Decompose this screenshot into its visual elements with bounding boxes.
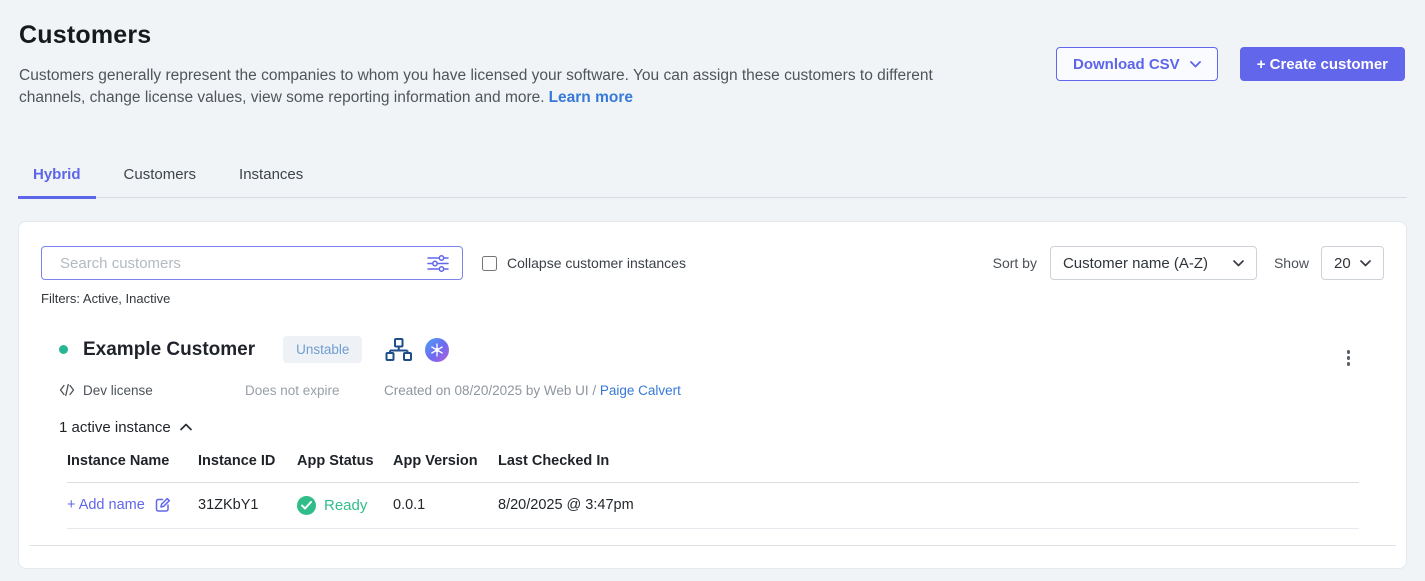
col-app-status: App Status (297, 453, 393, 469)
license-expiry: Does not expire (245, 383, 384, 398)
list-toolbar: Collapse customer instances Sort by Cust… (41, 246, 1384, 280)
tab-customers[interactable]: Customers (109, 156, 212, 199)
license-type-label: Dev license (83, 383, 153, 398)
col-last-checked-in: Last Checked In (498, 453, 1359, 469)
kebab-menu-icon[interactable] (1345, 348, 1353, 368)
sort-by-label: Sort by (993, 255, 1037, 271)
panel-bottom-divider (29, 545, 1396, 546)
show-label: Show (1274, 255, 1309, 271)
customers-panel: Collapse customer instances Sort by Cust… (18, 221, 1407, 569)
tab-bar: Hybrid Customers Instances (18, 156, 1407, 198)
instance-table-header: Instance Name Instance ID App Status App… (67, 453, 1359, 483)
app-status-cell: Ready (297, 496, 393, 515)
toolbar-right: Sort by Customer name (A-Z) Show 20 (993, 246, 1384, 280)
chevron-down-icon (1233, 260, 1244, 267)
created-text: Created on 08/20/2025 by Web UI / (384, 383, 600, 398)
app-version-cell: 0.0.1 (393, 497, 498, 513)
filter-sliders-icon[interactable] (427, 255, 449, 272)
collapse-instances-group: Collapse customer instances (482, 255, 686, 271)
add-name-link[interactable]: + Add name (67, 497, 145, 513)
search-box (41, 246, 463, 280)
collapse-instances-label[interactable]: Collapse customer instances (507, 255, 686, 271)
learn-more-link[interactable]: Learn more (549, 89, 633, 106)
search-input[interactable] (60, 255, 427, 272)
license-row: Dev license Does not expire Created on 0… (59, 383, 1384, 398)
created-info: Created on 08/20/2025 by Web UI / Paige … (384, 383, 681, 398)
last-checked-in-cell: 8/20/2025 @ 3:47pm (498, 497, 1359, 513)
instance-row: + Add name 31ZKbY1 Ready 0.0.1 (67, 483, 1359, 529)
instance-table: Instance Name Instance ID App Status App… (67, 453, 1359, 529)
status-dot (59, 345, 68, 354)
sort-by-value: Customer name (A-Z) (1063, 255, 1208, 272)
show-count-value: 20 (1334, 255, 1351, 272)
col-instance-id: Instance ID (198, 453, 297, 469)
kubernetes-helm-icon (425, 338, 449, 362)
header-actions: Download CSV + Create customer (1056, 47, 1405, 81)
page-title: Customers (19, 21, 1405, 50)
chevron-up-icon (180, 423, 192, 431)
check-circle-icon (297, 496, 316, 515)
instances-toggle[interactable]: 1 active instance (59, 419, 192, 436)
app-status-text: Ready (324, 497, 367, 514)
edit-pencil-icon[interactable] (154, 496, 172, 514)
license-type: Dev license (59, 383, 245, 398)
page-description: Customers generally represent the compan… (19, 65, 979, 109)
sort-by-select[interactable]: Customer name (A-Z) (1050, 246, 1257, 280)
collapse-instances-checkbox[interactable] (482, 256, 497, 271)
created-by-link[interactable]: Paige Calvert (600, 383, 681, 398)
sitemap-icon (385, 338, 412, 362)
instances-summary: 1 active instance (59, 419, 171, 436)
channel-badge: Unstable (283, 336, 362, 363)
col-app-version: App Version (393, 453, 498, 469)
instance-id-cell: 31ZKbY1 (198, 497, 297, 513)
code-brackets-icon (59, 383, 75, 397)
chevron-down-icon (1360, 260, 1371, 267)
download-csv-button[interactable]: Download CSV (1056, 47, 1218, 81)
instance-name-cell: + Add name (67, 496, 198, 514)
download-csv-label: Download CSV (1073, 56, 1180, 73)
tab-hybrid[interactable]: Hybrid (18, 156, 96, 199)
chevron-down-icon (1190, 61, 1201, 68)
page-description-text: Customers generally represent the compan… (19, 67, 933, 106)
col-instance-name: Instance Name (67, 453, 198, 469)
show-count-select[interactable]: 20 (1321, 246, 1384, 280)
tab-instances[interactable]: Instances (224, 156, 318, 199)
customer-header: Example Customer Unstable (59, 332, 1384, 368)
create-customer-button[interactable]: + Create customer (1240, 47, 1405, 81)
customer-row: Example Customer Unstable (41, 332, 1384, 529)
active-filters-text: Filters: Active, Inactive (41, 291, 1384, 306)
customer-name[interactable]: Example Customer (83, 339, 255, 361)
